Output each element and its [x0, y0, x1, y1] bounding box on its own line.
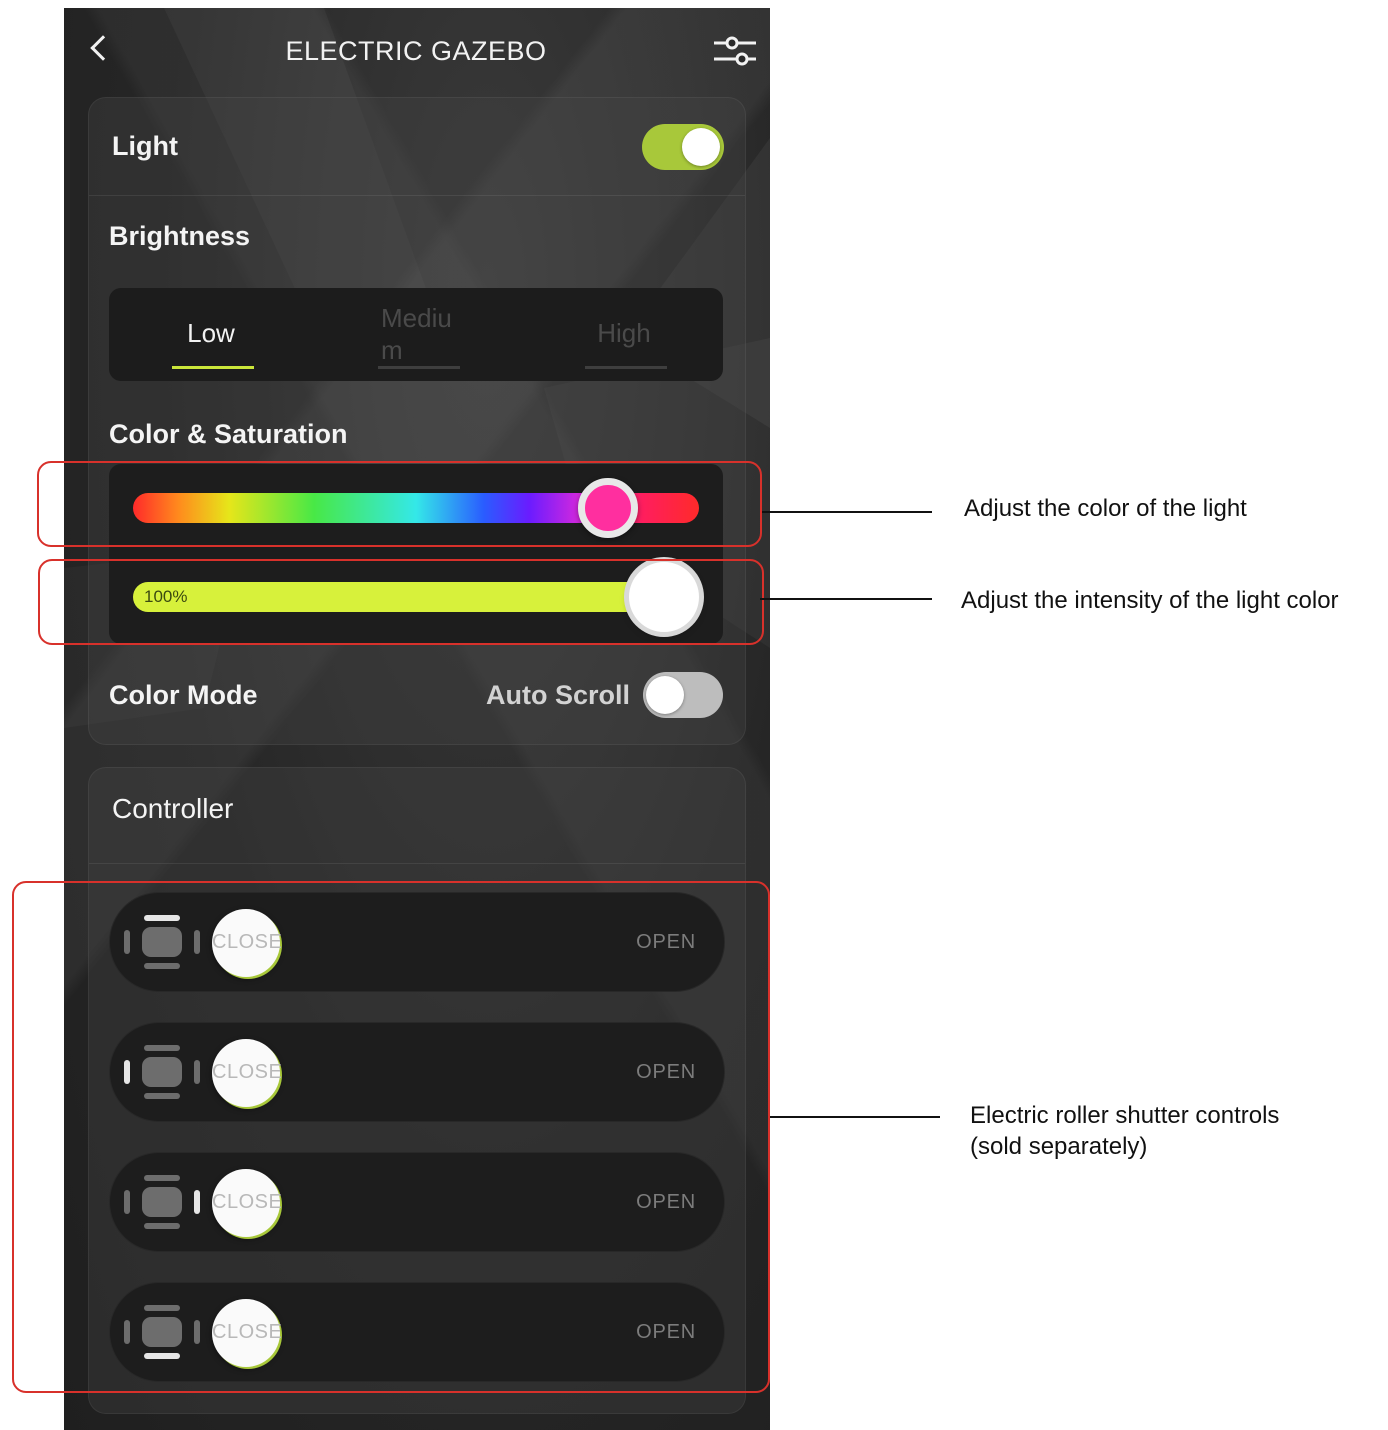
- shutter-note-line1: Electric roller shutter controls: [970, 1102, 1280, 1129]
- controller-label: Controller: [112, 793, 234, 824]
- shutter-highlight-box: [12, 881, 770, 1393]
- intensity-highlight-box: [38, 559, 764, 645]
- brightness-selector: Low Mediu m High: [109, 288, 723, 381]
- option-label: Low: [187, 318, 235, 348]
- toggle-knob: [682, 128, 720, 166]
- color-note: Adjust the color of the light: [964, 495, 1247, 522]
- shutter-note-line2: (sold separately): [970, 1133, 1148, 1160]
- intensity-note: Adjust the intensity of the light color: [961, 587, 1339, 614]
- auto-scroll-toggle[interactable]: [643, 672, 723, 718]
- auto-scroll-label: Auto Scroll: [486, 680, 631, 710]
- light-toggle[interactable]: [642, 124, 724, 170]
- option-label: High: [597, 318, 651, 348]
- light-card: Light Brightness Low Mediu m High Color …: [88, 97, 746, 745]
- top-bar: ELECTRIC GAZEBO: [64, 8, 770, 94]
- tab-underline: [585, 366, 667, 369]
- callout-line: [770, 1116, 940, 1118]
- page-title: ELECTRIC GAZEBO: [285, 36, 547, 66]
- toggle-knob: [646, 676, 684, 714]
- light-label: Light: [112, 131, 178, 161]
- color-mode-label: Color Mode: [109, 680, 258, 710]
- callout-line: [760, 598, 932, 600]
- divider: [89, 195, 745, 196]
- color-saturation-label: Color & Saturation: [109, 419, 348, 449]
- option-label: Mediu m: [381, 303, 452, 365]
- brightness-option-medium[interactable]: Mediu m: [315, 288, 519, 381]
- brightness-option-high[interactable]: High: [522, 288, 726, 381]
- color-highlight-box: [37, 461, 762, 547]
- brightness-label: Brightness: [109, 221, 251, 251]
- tab-underline: [378, 366, 460, 369]
- callout-line: [762, 511, 932, 513]
- sliders-icon[interactable]: [712, 34, 758, 68]
- brightness-option-low[interactable]: Low: [109, 288, 313, 381]
- divider: [89, 863, 745, 864]
- selected-indicator: [172, 366, 254, 369]
